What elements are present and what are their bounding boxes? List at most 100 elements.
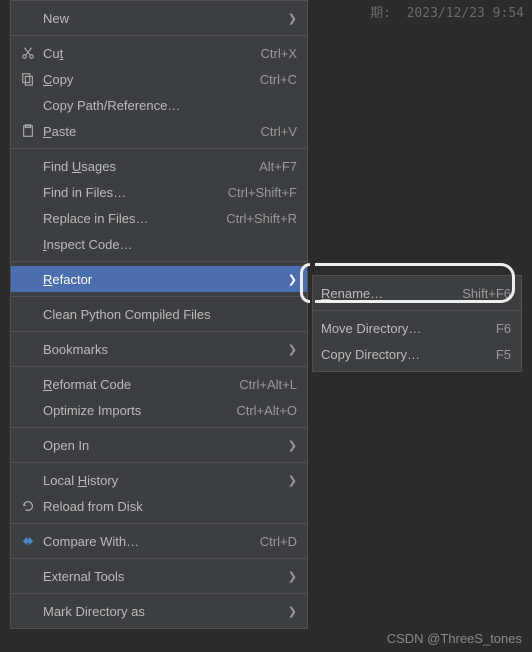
chevron-right-icon: ❯: [288, 605, 297, 618]
menu-shortcut: Alt+F7: [249, 159, 297, 174]
blank-icon: [19, 340, 37, 358]
menu-shortcut: Ctrl+C: [250, 72, 297, 87]
scissors-icon: [19, 44, 37, 62]
menu-label: Bookmarks: [43, 342, 280, 357]
menu-label: Find in Files…: [43, 185, 218, 200]
blank-icon: [19, 401, 37, 419]
menu-item-replace-in-files[interactable]: Replace in Files… Ctrl+Shift+R: [11, 205, 307, 231]
blank-icon: [19, 436, 37, 454]
menu-item-external-tools[interactable]: External Tools ❯: [11, 563, 307, 589]
menu-item-paste[interactable]: Paste Ctrl+V: [11, 118, 307, 144]
separator: [313, 310, 521, 311]
blank-icon: [19, 209, 37, 227]
blank-icon: [19, 9, 37, 27]
menu-label: Cut: [43, 46, 251, 61]
blank-icon: [19, 305, 37, 323]
menu-item-copy-path[interactable]: Copy Path/Reference…: [11, 92, 307, 118]
submenu-item-move-directory[interactable]: Move Directory… F6: [313, 315, 521, 341]
chevron-right-icon: ❯: [288, 273, 297, 286]
blank-icon: [19, 567, 37, 585]
menu-item-local-history[interactable]: Local History ❯: [11, 467, 307, 493]
menu-shortcut: Ctrl+Alt+L: [229, 377, 297, 392]
menu-label: Open In: [43, 438, 280, 453]
menu-label: Rename…: [321, 286, 452, 301]
menu-item-mark-directory-as[interactable]: Mark Directory as ❯: [11, 598, 307, 624]
menu-label: Paste: [43, 124, 251, 139]
menu-shortcut: Shift+F6: [452, 286, 511, 301]
menu-item-clean-python[interactable]: Clean Python Compiled Files: [11, 301, 307, 327]
menu-label: Inspect Code…: [43, 237, 297, 252]
blank-icon: [19, 235, 37, 253]
blank-icon: [19, 96, 37, 114]
paste-icon: [19, 122, 37, 140]
menu-shortcut: F6: [486, 321, 511, 336]
menu-label: Find Usages: [43, 159, 249, 174]
menu-label: Mark Directory as: [43, 604, 280, 619]
menu-label: Replace in Files…: [43, 211, 216, 226]
submenu-item-copy-directory[interactable]: Copy Directory… F5: [313, 341, 521, 367]
menu-label: Reload from Disk: [43, 499, 297, 514]
menu-item-inspect-code[interactable]: Inspect Code…: [11, 231, 307, 257]
menu-label: Local History: [43, 473, 280, 488]
menu-item-refactor[interactable]: Refactor ❯: [11, 266, 307, 292]
blank-icon: [19, 602, 37, 620]
blank-icon: [19, 270, 37, 288]
menu-shortcut: Ctrl+V: [251, 124, 297, 139]
menu-item-bookmarks[interactable]: Bookmarks ❯: [11, 336, 307, 362]
watermark: CSDN @ThreeS_tones: [387, 631, 522, 646]
reload-icon: [19, 497, 37, 515]
submenu-item-rename[interactable]: Rename… Shift+F6: [313, 280, 521, 306]
separator: [11, 296, 307, 297]
menu-shortcut: F5: [486, 347, 511, 362]
blank-icon: [19, 157, 37, 175]
refactor-submenu: Rename… Shift+F6 Move Directory… F6 Copy…: [312, 275, 522, 372]
menu-shortcut: Ctrl+Shift+R: [216, 211, 297, 226]
background-timestamp: 期: 2023/12/23 9:54: [370, 2, 524, 21]
chevron-right-icon: ❯: [288, 343, 297, 356]
chevron-right-icon: ❯: [288, 12, 297, 25]
menu-label: Copy Directory…: [321, 347, 486, 362]
separator: [11, 261, 307, 262]
menu-item-find-usages[interactable]: Find Usages Alt+F7: [11, 153, 307, 179]
menu-label: Copy Path/Reference…: [43, 98, 297, 113]
menu-item-cut[interactable]: Cut Ctrl+X: [11, 40, 307, 66]
menu-label: New: [43, 11, 280, 26]
copy-icon: [19, 70, 37, 88]
menu-label: External Tools: [43, 569, 280, 584]
menu-item-new[interactable]: New ❯: [11, 5, 307, 31]
menu-label: Copy: [43, 72, 250, 87]
menu-item-find-in-files[interactable]: Find in Files… Ctrl+Shift+F: [11, 179, 307, 205]
menu-label: Clean Python Compiled Files: [43, 307, 297, 322]
separator: [11, 462, 307, 463]
menu-label: Optimize Imports: [43, 403, 226, 418]
blank-icon: [19, 471, 37, 489]
separator: [11, 366, 307, 367]
menu-item-reload-from-disk[interactable]: Reload from Disk: [11, 493, 307, 519]
menu-shortcut: Ctrl+D: [250, 534, 297, 549]
separator: [11, 148, 307, 149]
context-menu: New ❯ Cut Ctrl+X Copy Ctrl+C Copy Path/R…: [10, 0, 308, 629]
menu-item-compare-with[interactable]: Compare With… Ctrl+D: [11, 528, 307, 554]
menu-item-copy[interactable]: Copy Ctrl+C: [11, 66, 307, 92]
separator: [11, 558, 307, 559]
separator: [11, 35, 307, 36]
chevron-right-icon: ❯: [288, 474, 297, 487]
menu-item-reformat-code[interactable]: Reformat Code Ctrl+Alt+L: [11, 371, 307, 397]
separator: [11, 427, 307, 428]
separator: [11, 593, 307, 594]
chevron-right-icon: ❯: [288, 570, 297, 583]
menu-label: Reformat Code: [43, 377, 229, 392]
menu-item-open-in[interactable]: Open In ❯: [11, 432, 307, 458]
menu-shortcut: Ctrl+Alt+O: [226, 403, 297, 418]
separator: [11, 331, 307, 332]
menu-label: Move Directory…: [321, 321, 486, 336]
blank-icon: [19, 183, 37, 201]
menu-label: Compare With…: [43, 534, 250, 549]
separator: [11, 523, 307, 524]
menu-shortcut: Ctrl+X: [251, 46, 297, 61]
menu-item-optimize-imports[interactable]: Optimize Imports Ctrl+Alt+O: [11, 397, 307, 423]
chevron-right-icon: ❯: [288, 439, 297, 452]
menu-label: Refactor: [43, 272, 280, 287]
blank-icon: [19, 375, 37, 393]
menu-shortcut: Ctrl+Shift+F: [218, 185, 297, 200]
